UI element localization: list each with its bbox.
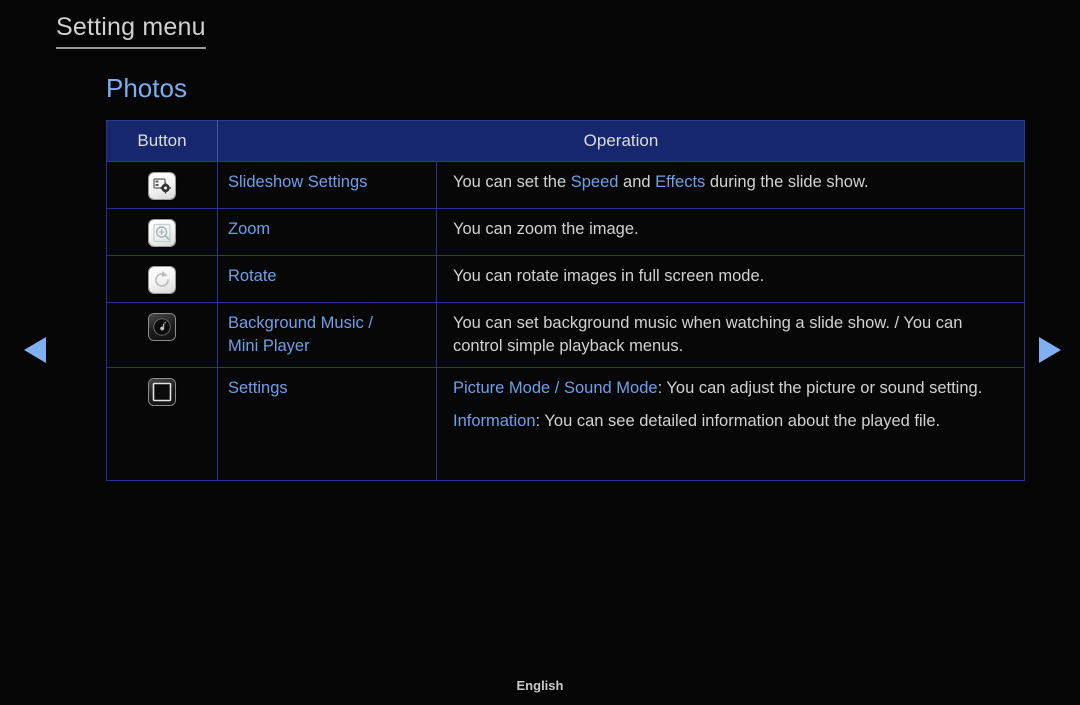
table-body: Slideshow Settings You can set the Speed … [106, 161, 1026, 481]
page-title-container: Setting menu [56, 14, 206, 49]
operation-paragraph: You can zoom the image. [453, 218, 1016, 241]
row-item-label: Rotate [217, 255, 437, 303]
row-button-cell [106, 302, 218, 368]
row-button-cell [106, 367, 218, 481]
table-row: Slideshow Settings You can set the Speed … [106, 161, 1026, 209]
button-operation-table: Button Operation Slideshow Settings You c… [106, 120, 1026, 481]
slideshow-settings-icon [149, 173, 175, 199]
operation-paragraph: You can set background music when watchi… [453, 312, 1016, 358]
row-button-cell [106, 255, 218, 303]
operation-text: : You can see detailed information about… [535, 412, 941, 430]
row-button-cell [106, 161, 218, 209]
settings-icon [149, 379, 175, 405]
row-button-cell [106, 208, 218, 256]
operation-text: You can zoom the image. [453, 220, 639, 238]
column-header-operation: Operation [216, 120, 1026, 162]
operation-paragraph: Picture Mode / Sound Mode: You can adjus… [453, 377, 1016, 400]
zoom-icon [149, 220, 175, 246]
operation-paragraph: You can set the Speed and Effects during… [453, 171, 1016, 194]
row-item-label: Background Music / Mini Player [217, 302, 437, 368]
row-item-label: Settings [217, 367, 437, 481]
previous-page-arrow[interactable] [24, 337, 46, 363]
operation-highlight: / [550, 379, 564, 397]
operation-text: : You can adjust the picture or sound se… [657, 379, 983, 397]
table-row: Rotate You can rotate images in full scre… [106, 255, 1026, 303]
operation-highlight: Effects [655, 173, 706, 191]
operation-text: You can rotate images in full screen mod… [453, 267, 765, 285]
row-item-label: Slideshow Settings [217, 161, 437, 209]
operation-highlight: Picture Mode [453, 379, 551, 397]
operation-paragraph: Information: You can see detailed inform… [453, 410, 1016, 433]
table-row: Settings Picture Mode / Sound Mode: You c… [106, 367, 1026, 481]
operation-highlight: Information [453, 412, 536, 430]
row-operation-text: You can zoom the image. [436, 208, 1026, 256]
row-operation-text: You can set background music when watchi… [436, 302, 1026, 368]
operation-highlight: Speed [570, 173, 619, 191]
table-header: Button Operation [106, 120, 1026, 162]
next-page-arrow[interactable] [1039, 337, 1061, 363]
page-title: Setting menu [56, 14, 206, 49]
operation-text: You can set background music when watchi… [453, 314, 963, 355]
section-heading: Photos [106, 73, 187, 103]
row-operation-text: You can set the Speed and Effects during… [436, 161, 1026, 209]
row-operation-text: You can rotate images in full screen mod… [436, 255, 1026, 303]
operation-text: and [618, 173, 656, 191]
operation-paragraph: You can rotate images in full screen mod… [453, 265, 1016, 288]
footer-language-label: English [516, 678, 564, 693]
table-header-row: Button Operation [106, 120, 1026, 162]
operation-highlight: Sound Mode [563, 379, 658, 397]
operation-text: during the slide show. [705, 173, 869, 191]
column-header-button: Button [106, 120, 218, 162]
page-root: Setting menu Photos Button Operation Sli… [0, 0, 1080, 705]
operation-text: You can set the [453, 173, 571, 191]
row-item-label: Zoom [217, 208, 437, 256]
table-row: Background Music / Mini Player You can se… [106, 302, 1026, 368]
table-row: Zoom You can zoom the image. [106, 208, 1026, 256]
row-operation-text: Picture Mode / Sound Mode: You can adjus… [436, 367, 1026, 481]
rotate-icon [149, 267, 175, 293]
background-music-icon [149, 314, 175, 340]
